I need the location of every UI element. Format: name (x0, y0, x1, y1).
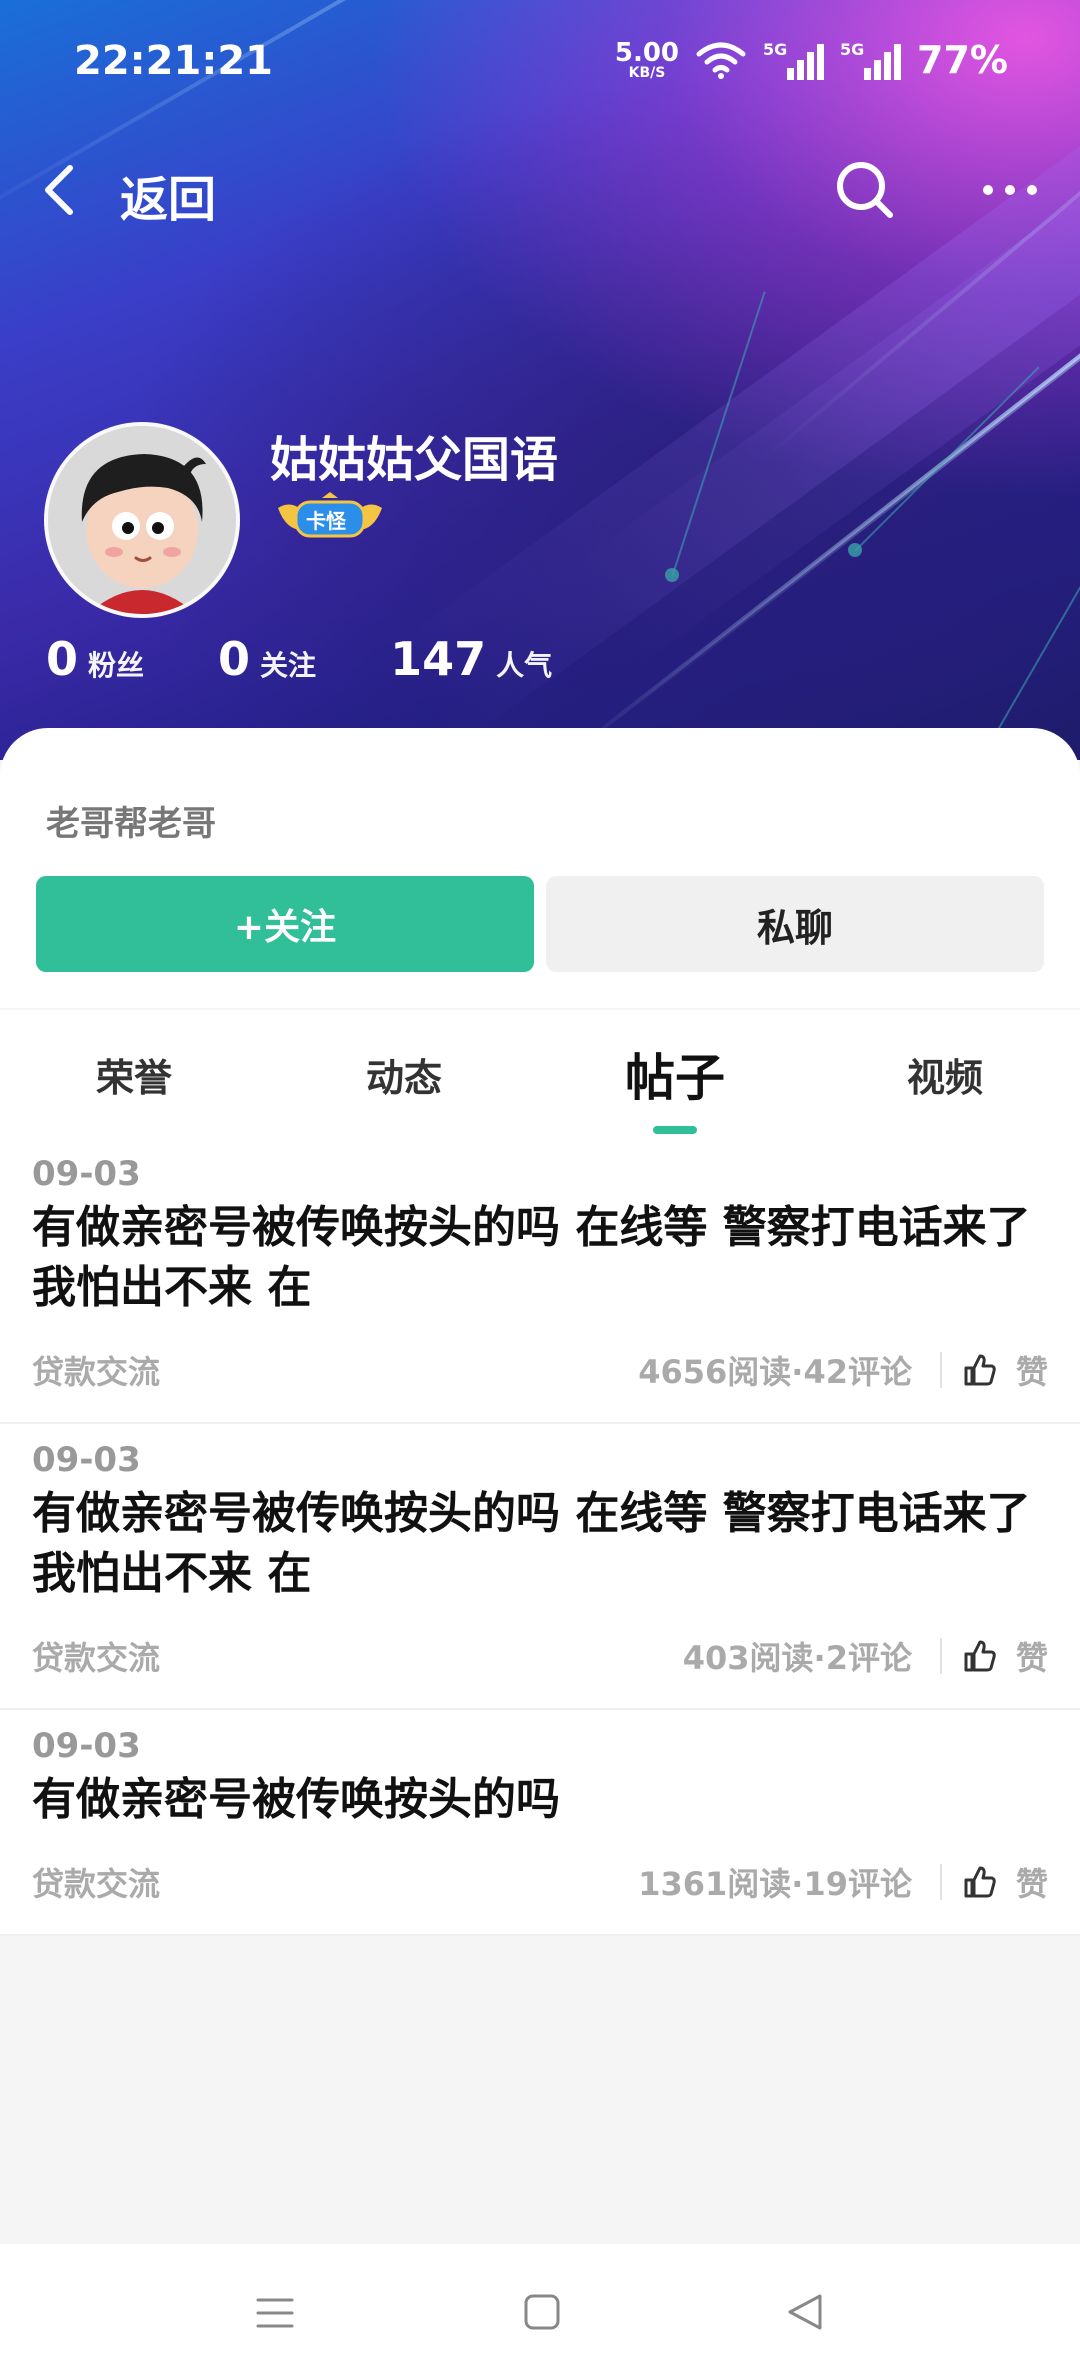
network-speed: 5.00 KB/S (614, 38, 680, 81)
thumbs-up-icon (964, 1354, 996, 1386)
back-button[interactable] (30, 150, 90, 230)
wifi-icon (696, 42, 746, 79)
system-navigation-bar (0, 2244, 1080, 2376)
profile-stats: 0 粉丝 0 关注 147 人气 (46, 632, 626, 686)
like-button[interactable]: 赞 (962, 1347, 1048, 1393)
home-button[interactable] (523, 2293, 561, 2331)
stat-popularity: 147 人气 (390, 632, 553, 686)
private-chat-button[interactable]: 私聊 (546, 876, 1044, 972)
post-category[interactable]: 贷款交流 (32, 1347, 638, 1393)
divider (939, 1638, 942, 1674)
badge-label: 卡怪 (306, 509, 346, 533)
back-label[interactable]: 返回 (120, 160, 216, 230)
username: 姑姑姑父国语 (270, 432, 559, 488)
thumbs-up-icon (964, 1866, 996, 1898)
post-meta: 贷款交流 4656阅读·42评论 赞 (32, 1318, 1048, 1422)
avatar[interactable] (44, 422, 240, 618)
user-level-badge: 卡怪 (272, 490, 388, 546)
search-button[interactable] (830, 155, 900, 225)
status-icons: 5.00 KB/S 5G 5G 77% (615, 38, 1008, 82)
profile-tabs: 荣誉 动态 帖子 视频 (0, 1010, 1080, 1138)
triangle-back-icon (788, 2294, 822, 2330)
profile-card: 老哥帮老哥 +关注 私聊 (0, 728, 1080, 1008)
post-item[interactable]: 09-03 有做亲密号被传唤按头的吗 在线等 警察打电话来了 我怕出不来 在 贷… (0, 1424, 1080, 1710)
tab-honors[interactable]: 荣誉 (34, 1010, 234, 1138)
divider (939, 1864, 942, 1900)
post-stats: 1361阅读·19评论 (638, 1865, 912, 1903)
more-dot-icon (983, 185, 993, 195)
like-button[interactable]: 赞 (962, 1633, 1048, 1679)
stat-fans[interactable]: 0 粉丝 (46, 632, 144, 686)
signal-icon-sim1: 5G (763, 40, 825, 80)
post-item[interactable]: 09-03 有做亲密号被传唤按头的吗 在线等 警察打电话来了 我怕出不来 在 贷… (0, 1138, 1080, 1424)
post-category[interactable]: 贷款交流 (32, 1859, 638, 1905)
post-meta: 贷款交流 1361阅读·19评论 赞 (32, 1830, 1048, 1934)
more-dot-icon (1005, 185, 1015, 195)
post-item[interactable]: 09-03 有做亲密号被传唤按头的吗 贷款交流 1361阅读·19评论 赞 (0, 1710, 1080, 1936)
status-bar: 22:21:21 5.00 KB/S 5G 5G 77% (0, 0, 1080, 130)
post-title[interactable]: 有做亲密号被传唤按头的吗 在线等 警察打电话来了 我怕出不来 在 (32, 1198, 1048, 1318)
follow-button[interactable]: +关注 (36, 876, 534, 972)
post-title[interactable]: 有做亲密号被传唤按头的吗 (32, 1770, 1048, 1830)
post-date: 09-03 (32, 1440, 141, 1480)
search-icon (837, 162, 893, 218)
like-button[interactable]: 赞 (962, 1859, 1048, 1905)
post-date: 09-03 (32, 1726, 141, 1766)
tab-posts[interactable]: 帖子 (575, 1010, 775, 1138)
status-time: 22:21:21 (74, 38, 273, 84)
post-meta: 贷款交流 403阅读·2评论 赞 (32, 1604, 1048, 1708)
stat-following[interactable]: 0 关注 (218, 632, 316, 686)
tab-videos[interactable]: 视频 (845, 1010, 1045, 1138)
user-bio: 老哥帮老哥 (46, 804, 216, 844)
signal-icon-sim2: 5G (840, 40, 902, 80)
system-back-button[interactable] (786, 2292, 824, 2332)
menu-icon (256, 2298, 294, 2328)
cartoon-boy-avatar-image (48, 426, 236, 614)
more-options-button[interactable] (975, 165, 1045, 215)
recent-apps-button[interactable] (256, 2296, 294, 2330)
post-title[interactable]: 有做亲密号被传唤按头的吗 在线等 警察打电话来了 我怕出不来 在 (32, 1484, 1048, 1604)
thumbs-up-icon (964, 1640, 996, 1672)
more-dot-icon (1027, 185, 1037, 195)
square-home-icon (524, 2294, 560, 2330)
post-stats: 403阅读·2评论 (682, 1639, 912, 1677)
post-date: 09-03 (32, 1154, 141, 1194)
divider (939, 1352, 942, 1388)
tab-activity[interactable]: 动态 (304, 1010, 504, 1138)
battery-percentage: 77% (917, 38, 1008, 82)
chevron-left-icon (45, 165, 73, 215)
post-stats: 4656阅读·42评论 (638, 1353, 912, 1391)
post-list: 09-03 有做亲密号被传唤按头的吗 在线等 警察打电话来了 我怕出不来 在 贷… (0, 1138, 1080, 1936)
active-tab-indicator (653, 1126, 697, 1134)
post-category[interactable]: 贷款交流 (32, 1633, 683, 1679)
